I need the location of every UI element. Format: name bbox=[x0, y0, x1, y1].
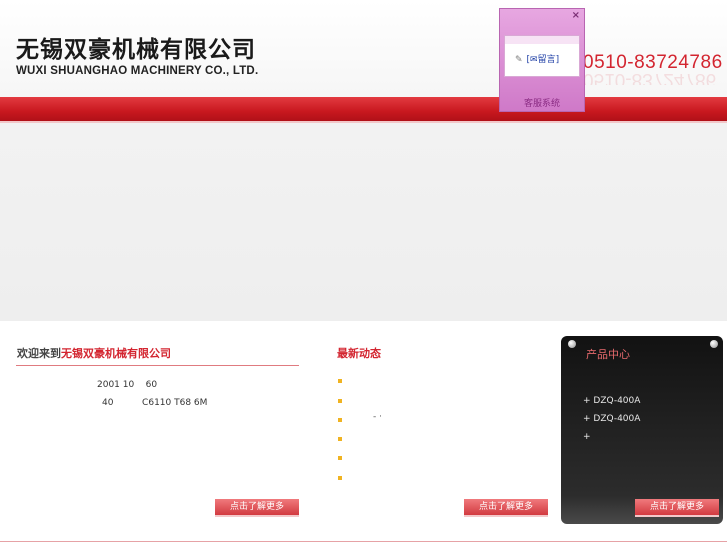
welcome-prefix: 欢迎来到 bbox=[17, 347, 61, 360]
news-title: 最新动态 bbox=[337, 347, 381, 360]
company-name-en: WUXI SHUANGHAO MACHINERY CO., LTD. bbox=[16, 65, 259, 77]
product-item[interactable]: + bbox=[583, 432, 591, 442]
news-item[interactable] bbox=[338, 456, 342, 460]
chat-contact-row: ✎ [✉留言] bbox=[515, 52, 559, 65]
chat-header-strip bbox=[505, 36, 579, 44]
banner bbox=[0, 123, 727, 321]
user-icon: ✎ bbox=[515, 55, 523, 65]
news-item-text: - · bbox=[373, 412, 382, 422]
close-icon[interactable]: × bbox=[572, 10, 580, 21]
news-item[interactable] bbox=[338, 379, 342, 383]
news-item[interactable] bbox=[338, 437, 342, 441]
phone-number: 0510-83724786 bbox=[583, 52, 723, 73]
pin-icon bbox=[568, 340, 576, 348]
nav-bar bbox=[0, 97, 727, 121]
leave-message-link[interactable]: [✉留言] bbox=[527, 55, 560, 65]
chat-contact-box: ✎ [✉留言] bbox=[504, 35, 580, 77]
welcome-more-button[interactable]: 点击了解更多 bbox=[215, 499, 299, 517]
chat-footer-label: 客服系统 bbox=[523, 99, 560, 109]
product-center-title: 产品中心 bbox=[586, 348, 630, 361]
welcome-company: 无锡双豪机械有限公司 bbox=[61, 347, 171, 360]
company-name-cn[interactable]: 无锡双豪机械有限公司 bbox=[16, 30, 256, 64]
intro-line-2: 40 C6110 T68 6M bbox=[102, 398, 208, 408]
news-item[interactable] bbox=[338, 476, 342, 480]
product-item[interactable]: + DZQ-400A bbox=[583, 396, 640, 406]
products-more-button[interactable]: 点击了解更多 bbox=[635, 499, 719, 517]
news-more-button[interactable]: 点击了解更多 bbox=[464, 499, 548, 517]
header: 无锡双豪机械有限公司 WUXI SHUANGHAO MACHINERY CO.,… bbox=[0, 0, 727, 97]
product-item[interactable]: + DZQ-400A bbox=[583, 414, 640, 424]
intro-line-1: 2001 10 60 bbox=[97, 380, 158, 390]
welcome-title: 欢迎来到无锡双豪机械有限公司 bbox=[17, 345, 171, 361]
customer-service-widget[interactable]: × ✎ [✉留言] 客服系统 bbox=[499, 8, 585, 112]
news-item[interactable] bbox=[338, 418, 342, 422]
phone-reflection: 0510-83724786 bbox=[583, 73, 717, 85]
welcome-underline bbox=[16, 365, 299, 366]
product-center-panel: 产品中心 + DZQ-400A + DZQ-400A + 点击了解更多 bbox=[561, 336, 723, 524]
news-item[interactable] bbox=[338, 399, 342, 403]
footer-divider bbox=[0, 541, 727, 542]
pin-icon bbox=[710, 340, 718, 348]
